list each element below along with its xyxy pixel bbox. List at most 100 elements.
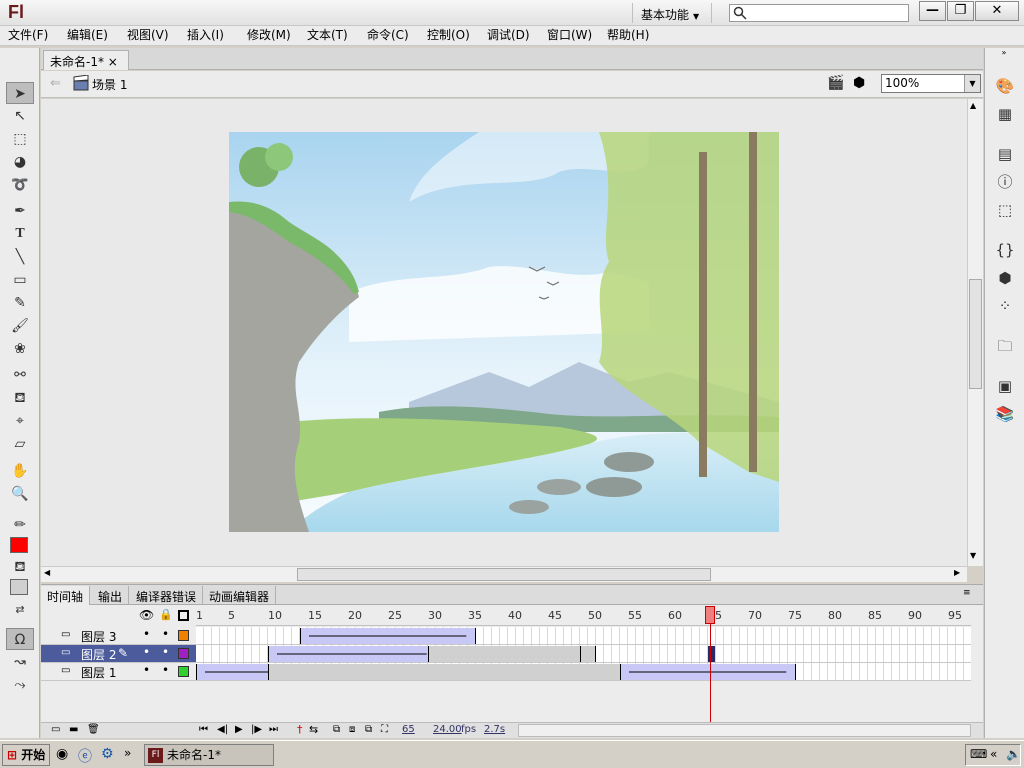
chevron-down-icon[interactable]: ▼ bbox=[964, 75, 980, 92]
taskbar-flash-window[interactable]: Fl 未命名-1* bbox=[144, 744, 274, 766]
layer-visible-dot[interactable]: • bbox=[143, 645, 150, 659]
motion-tween-span[interactable] bbox=[300, 628, 476, 644]
current-frame-value[interactable]: 65 bbox=[402, 724, 415, 735]
eyedropper-tool-icon[interactable]: ⌖ bbox=[6, 410, 34, 432]
hand-tool-icon[interactable]: ✋ bbox=[6, 460, 34, 482]
layer-visible-dot[interactable]: • bbox=[143, 663, 150, 677]
scroll-right-icon[interactable]: ▶ bbox=[954, 568, 960, 577]
volume-icon[interactable]: 🔈 bbox=[1006, 747, 1021, 761]
keyboard-icon[interactable]: ⌨ bbox=[970, 747, 987, 761]
menu-edit[interactable]: 编辑(E) bbox=[67, 26, 108, 46]
vertical-scrollbar[interactable]: ▲ ▼ bbox=[967, 99, 983, 566]
timeline-hscrollbar[interactable] bbox=[518, 724, 971, 737]
static-frame-span[interactable] bbox=[580, 646, 596, 662]
menu-view[interactable]: 视图(V) bbox=[127, 26, 169, 46]
layer-row[interactable]: ▭ 图层 3 • • bbox=[41, 627, 196, 645]
menu-insert[interactable]: 插入(I) bbox=[187, 26, 224, 46]
fill-color-bucket-icon[interactable]: ⛾ bbox=[6, 556, 34, 578]
scroll-left-icon[interactable]: ◀ bbox=[44, 568, 50, 577]
align-panel-icon[interactable]: ▤ bbox=[995, 144, 1015, 164]
next-frame-icon[interactable]: |▶ bbox=[251, 724, 262, 735]
motion-presets-icon[interactable]: ⁘ bbox=[995, 296, 1015, 316]
motion-tween-span[interactable] bbox=[268, 646, 436, 662]
swap-colors-icon[interactable]: ⇄ bbox=[6, 599, 34, 621]
elapsed-time-value[interactable]: 2.7s bbox=[484, 724, 505, 735]
layer-name[interactable]: 图层 1 bbox=[81, 664, 116, 681]
zoom-tool-icon[interactable]: 🔍 bbox=[6, 483, 34, 505]
lock-icon[interactable]: 🔒 bbox=[159, 608, 173, 621]
settings-gear-icon[interactable]: ⚙ bbox=[101, 746, 114, 762]
scroll-up-icon[interactable]: ▲ bbox=[970, 101, 976, 110]
layer-outline-color[interactable] bbox=[178, 666, 189, 677]
transform-panel-icon[interactable]: ⬚ bbox=[995, 200, 1015, 220]
last-frame-icon[interactable]: ⏭ bbox=[269, 724, 278, 735]
text-tool-icon[interactable]: T bbox=[6, 223, 34, 245]
edit-scene-icon[interactable]: 🎬 bbox=[827, 75, 844, 91]
vertical-scroll-thumb[interactable] bbox=[969, 279, 982, 389]
new-layer-icon[interactable]: ▭ bbox=[51, 724, 60, 735]
line-tool-icon[interactable]: ╲ bbox=[6, 246, 34, 268]
browser-icon[interactable]: ⓔ bbox=[78, 746, 92, 766]
pen-tool-icon[interactable]: ✒ bbox=[6, 200, 34, 222]
paint-bucket-tool-icon[interactable]: ⛾ bbox=[6, 387, 34, 409]
quicklaunch-more-icon[interactable]: » bbox=[124, 746, 131, 760]
layer-frames[interactable] bbox=[196, 627, 971, 645]
start-button[interactable]: ⊞ 开始 bbox=[2, 744, 50, 766]
layer-name[interactable]: 图层 3 bbox=[81, 628, 116, 645]
media-player-icon[interactable]: ◉ bbox=[56, 746, 68, 762]
tray-expand-icon[interactable]: « bbox=[990, 747, 997, 761]
timeline-ruler[interactable]: 1 5 10 15 20 25 30 35 40 45 50 55 60 65 70 75 80 85 90 95 bbox=[196, 606, 971, 626]
close-button[interactable]: ✕ bbox=[975, 1, 1019, 21]
deco-tool-icon[interactable]: ❀ bbox=[6, 338, 34, 360]
stroke-color-swatch[interactable] bbox=[10, 537, 28, 553]
static-frame-span[interactable] bbox=[268, 664, 628, 680]
tab-compiler-errors[interactable]: 编译器错误 bbox=[130, 586, 204, 605]
selection-tool-icon[interactable]: ➤ bbox=[6, 82, 34, 104]
library-panel-icon[interactable]: 📚 bbox=[995, 404, 1015, 424]
edit-symbols-icon[interactable]: ⬢ bbox=[853, 75, 865, 91]
minimize-button[interactable]: — bbox=[919, 1, 946, 21]
document-tab[interactable]: 未命名-1* × bbox=[43, 50, 129, 70]
free-transform-tool-icon[interactable]: ⬚ bbox=[6, 128, 34, 150]
menu-debug[interactable]: 调试(D) bbox=[487, 26, 530, 46]
edit-multiple-frames-icon[interactable]: ⧉ bbox=[365, 724, 372, 735]
workspace-switcher[interactable]: 基本功能 ▼ bbox=[632, 3, 712, 23]
back-arrow-icon[interactable]: ⇐ bbox=[50, 76, 61, 91]
layer-row[interactable]: ▭ 图层 1 • • bbox=[41, 663, 196, 681]
layer-lock-dot[interactable]: • bbox=[162, 663, 169, 677]
layer-visible-dot[interactable]: • bbox=[143, 627, 150, 641]
layer-lock-dot[interactable]: • bbox=[162, 627, 169, 641]
search-input[interactable] bbox=[729, 4, 909, 22]
horizontal-scrollbar[interactable]: ◀ ▶ bbox=[41, 566, 967, 582]
rectangle-tool-icon[interactable]: ▭ bbox=[6, 269, 34, 291]
horizontal-scroll-thumb[interactable] bbox=[297, 568, 711, 581]
zoom-select[interactable]: 100% ▼ bbox=[881, 74, 981, 93]
layer-outline-color[interactable] bbox=[178, 630, 189, 641]
snap-to-objects-icon[interactable]: Ω bbox=[6, 628, 34, 650]
lasso-tool-icon[interactable]: ➰ bbox=[6, 174, 34, 196]
layer-frames[interactable] bbox=[196, 663, 971, 681]
scroll-down-icon[interactable]: ▼ bbox=[970, 551, 976, 560]
project-panel-icon[interactable]: 🗀 bbox=[995, 336, 1015, 356]
layer-frames[interactable] bbox=[196, 645, 971, 663]
properties-panel-icon[interactable]: ▣ bbox=[995, 376, 1015, 396]
play-icon[interactable]: ▶ bbox=[235, 724, 243, 735]
close-tab-icon[interactable]: × bbox=[108, 55, 118, 69]
fill-color-swatch[interactable] bbox=[10, 579, 28, 595]
playhead-handle[interactable] bbox=[705, 606, 715, 624]
menu-commands[interactable]: 命令(C) bbox=[367, 26, 409, 46]
delete-layer-icon[interactable]: 🗑 bbox=[87, 724, 100, 735]
straighten-icon[interactable]: ⤳ bbox=[6, 674, 34, 696]
3d-rotation-tool-icon[interactable]: ◕ bbox=[6, 151, 34, 173]
menu-modify[interactable]: 修改(M) bbox=[247, 26, 291, 46]
bone-tool-icon[interactable]: ⚯ bbox=[6, 364, 34, 386]
subselection-tool-icon[interactable]: ↖ bbox=[6, 105, 34, 127]
menu-help[interactable]: 帮助(H) bbox=[607, 26, 649, 46]
eye-icon[interactable]: 👁 bbox=[139, 608, 154, 622]
collapse-dock-icon[interactable]: » bbox=[985, 48, 1023, 57]
panel-menu-icon[interactable]: ≡ bbox=[963, 588, 971, 598]
menu-control[interactable]: 控制(O) bbox=[427, 26, 470, 46]
static-frame-span[interactable] bbox=[428, 646, 588, 662]
menu-text[interactable]: 文本(T) bbox=[307, 26, 348, 46]
center-frame-icon[interactable]: † bbox=[297, 723, 303, 736]
